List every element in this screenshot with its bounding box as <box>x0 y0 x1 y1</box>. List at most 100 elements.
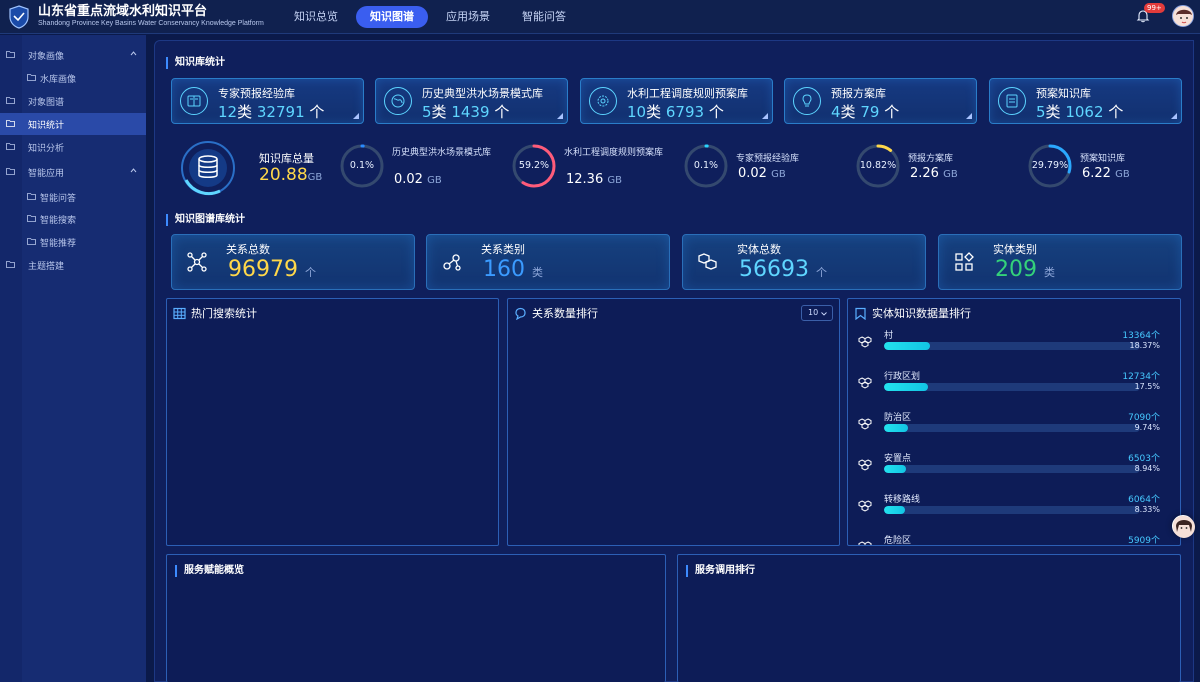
sidebar-item-topic-build[interactable]: 主题搭建 <box>0 254 146 276</box>
service-rank-panel: 服务调用排行 <box>677 554 1181 682</box>
sidebar-item-label: 智能问答 <box>40 193 77 204</box>
share-donut: 59.2% <box>510 142 558 190</box>
folder-icon <box>6 143 15 150</box>
kb-card-name: 预案知识库 <box>1036 87 1091 100</box>
document-icon <box>998 87 1026 115</box>
sidebar-item-label: 智能搜索 <box>40 215 77 226</box>
cubes-icon <box>858 418 872 430</box>
tab-knowledge-graph[interactable]: 知识图谱 <box>356 6 428 28</box>
folder-icon <box>27 193 36 200</box>
rank-pct: 8.33% <box>1134 505 1160 514</box>
rank-pct: 18.37% <box>1129 341 1160 350</box>
rank-bar <box>884 383 1140 391</box>
rank-count: 7090个 <box>1128 413 1160 423</box>
bookmark-icon <box>855 307 866 320</box>
share-name: 预案知识库 <box>1080 154 1126 164</box>
graph-card-value: 160 类 <box>483 257 543 282</box>
kb-card-name: 专家预报经验库 <box>218 87 295 100</box>
kb-card-values: 12类 32791 个 <box>218 103 325 121</box>
globe-icon <box>384 87 412 115</box>
cubes-icon <box>858 336 872 348</box>
rank-name: 转移路线 <box>884 495 921 505</box>
graph-stats-title: 知识图谱库统计 <box>166 214 245 226</box>
sidebar-item-label: 知识分析 <box>28 143 65 154</box>
rank-bar-fill <box>884 465 907 473</box>
graph-card-value: 96979 个 <box>228 257 316 282</box>
kb-card-dispatch[interactable]: 水利工程调度规则预案库 10类 6793 个 <box>580 78 773 124</box>
sidebar-item-smart-apps[interactable]: 智能应用 <box>0 161 146 183</box>
chevron-up-icon <box>130 168 137 173</box>
graph-card-entity-types[interactable]: 实体类别 209 类 <box>938 234 1182 290</box>
corner-marker <box>557 113 563 119</box>
corner-marker <box>762 113 768 119</box>
hot-search-panel: 热门搜索统计 <box>166 298 499 546</box>
service-overview-panel: 服务赋能概览 <box>166 554 666 682</box>
top-n-select[interactable]: 10 <box>801 305 833 321</box>
app-subtitle: Shandong Province Key Basins Water Conse… <box>38 20 264 27</box>
database-icon <box>181 141 235 196</box>
avatar-face-icon <box>1173 6 1193 26</box>
kb-card-forecast[interactable]: 预报方案库 4类 79 个 <box>784 78 977 124</box>
sidebar-item-knowledge-analysis[interactable]: 知识分析 <box>0 136 146 158</box>
rank-name: 村 <box>884 331 894 341</box>
rank-name: 危险区 <box>884 536 912 546</box>
chat-icon <box>515 307 526 320</box>
corner-marker <box>353 113 359 119</box>
brand[interactable]: 山东省重点流域水利知识平台 Shandong Province Key Basi… <box>8 4 264 29</box>
folder-icon <box>27 215 36 222</box>
assistant-avatar-button[interactable] <box>1172 515 1195 538</box>
kb-card-name: 历史典型洪水场景模式库 <box>422 87 543 100</box>
graph-card-relation-types[interactable]: 关系类别 160 类 <box>426 234 670 290</box>
tab-qa[interactable]: 智能问答 <box>508 6 580 28</box>
sidebar-item-label: 知识统计 <box>28 120 65 131</box>
chevron-up-icon <box>130 51 137 56</box>
sidebar-item-label: 智能应用 <box>28 168 65 179</box>
rank-bar <box>884 506 1140 514</box>
rank-count: 12734个 <box>1122 372 1160 382</box>
rank-pct: 9.74% <box>1134 423 1160 432</box>
sidebar-item-smart-recommend[interactable]: 智能推荐 <box>0 231 146 253</box>
rank-name: 防治区 <box>884 413 912 423</box>
share-value: 2.26 GB <box>910 166 958 181</box>
sidebar-item-knowledge-stats[interactable]: 知识统计 <box>0 113 146 135</box>
sidebar-item-object-graph[interactable]: 对象图谱 <box>0 90 146 112</box>
sidebar-item-object-profile[interactable]: 对象画像 <box>0 44 146 66</box>
sidebar-item-smart-search[interactable]: 智能搜索 <box>0 208 146 230</box>
notification-badge: 99+ <box>1144 3 1165 13</box>
tab-overview[interactable]: 知识总览 <box>280 6 352 28</box>
graph-card-relation-total[interactable]: 关系总数 96979 个 <box>171 234 415 290</box>
rank-bar <box>884 424 1140 432</box>
kb-card-values: 5类 1439 个 <box>422 103 510 121</box>
top-bar: 山东省重点流域水利知识平台 Shandong Province Key Basi… <box>0 0 1200 34</box>
kb-card-flood[interactable]: 历史典型洪水场景模式库 5类 1439 个 <box>375 78 568 124</box>
rank-bar <box>884 465 1140 473</box>
kb-stats-title: 知识库统计 <box>166 57 225 69</box>
graph-card-label: 关系类别 <box>481 243 525 256</box>
sidebar-item-label: 智能推荐 <box>40 238 77 249</box>
cubes-icon <box>698 253 717 270</box>
kb-card-expert[interactable]: 专家预报经验库 12类 32791 个 <box>171 78 364 124</box>
share-value: 0.02 GB <box>738 166 786 181</box>
sidebar-item-label: 主题搭建 <box>28 261 65 272</box>
sidebar-item-smart-qa[interactable]: 智能问答 <box>0 186 146 208</box>
list-item: 转移路线 6064个 8.33% <box>858 492 1170 532</box>
list-item: 防治区 7090个 9.74% <box>858 410 1170 450</box>
sidebar-item-reservoir-profile[interactable]: 水库画像 <box>0 67 146 89</box>
cubes-icon <box>858 377 872 389</box>
folder-icon <box>6 97 15 104</box>
lightbulb-icon <box>793 87 821 115</box>
share-item: 0.1% 历史典型洪水场景模式库 0.02 GB <box>338 142 508 198</box>
rank-name: 行政区划 <box>884 372 921 382</box>
kb-card-plan[interactable]: 预案知识库 5类 1062 个 <box>989 78 1182 124</box>
rank-bar <box>884 342 1140 350</box>
kb-card-values: 4类 79 个 <box>831 103 900 121</box>
graph-card-entity-total[interactable]: 实体总数 56693 个 <box>682 234 926 290</box>
tab-scenarios[interactable]: 应用场景 <box>432 6 504 28</box>
panel-title: 服务赋能概览 <box>175 565 244 577</box>
corner-marker <box>966 113 972 119</box>
folder-icon <box>6 120 15 127</box>
share-value: 6.22 GB <box>1082 166 1130 181</box>
share-value: 12.36 GB <box>566 172 622 187</box>
avatar[interactable] <box>1172 5 1194 27</box>
graph-card-label: 实体总数 <box>737 243 781 256</box>
